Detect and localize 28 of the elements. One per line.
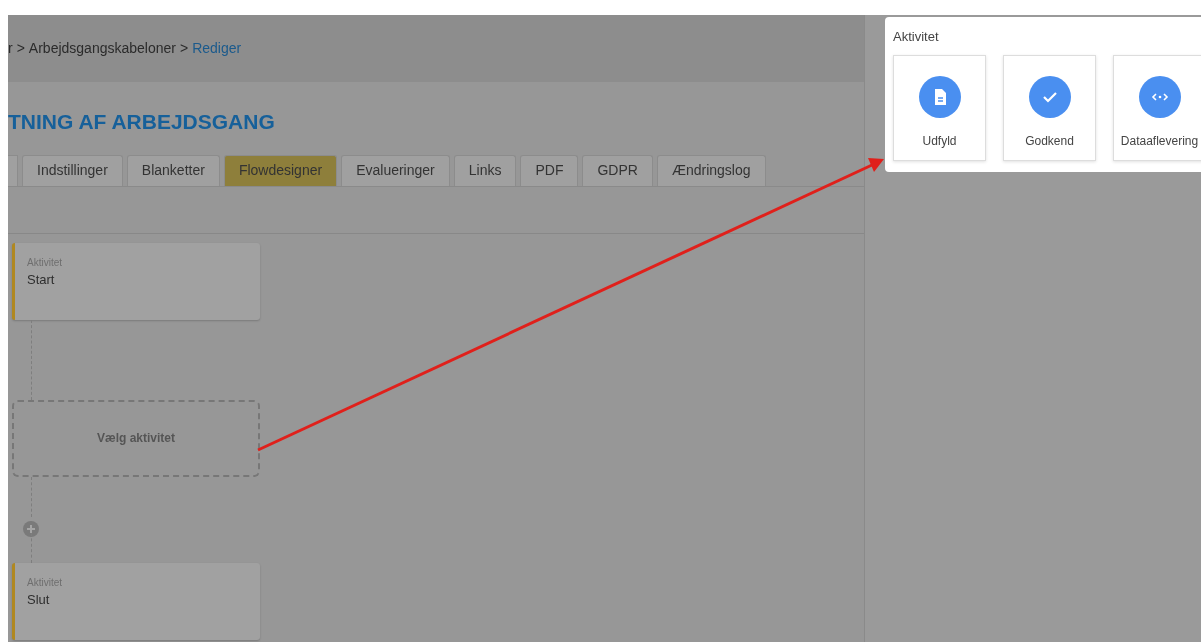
activity-option[interactable]: Dataaflevering	[1113, 54, 1201, 161]
option-label: Dataaflevering	[1120, 132, 1199, 150]
tab[interactable]: PDF	[520, 154, 579, 186]
breadcrumb-link[interactable]: Arbejdsgangskabeloner	[28, 38, 176, 59]
tab[interactable]: Ændringslog	[656, 154, 766, 186]
activity-option[interactable]: Udfyld	[893, 54, 986, 161]
breadcrumb-separator: >	[16, 39, 25, 58]
tab[interactable]: Indstillinger	[22, 154, 123, 186]
activity-option[interactable]: Godkend	[1003, 54, 1096, 161]
add-icon[interactable]	[23, 521, 39, 538]
breadcrumb-separator: >	[179, 39, 189, 58]
option-label: Godkend	[1025, 132, 1074, 150]
activity-title: Start	[27, 270, 56, 289]
panel-title: Aktivitet	[893, 28, 940, 46]
tab[interactable]: Links	[453, 154, 517, 186]
tab[interactable]: Blanketter	[126, 154, 220, 186]
activity-placeholder[interactable]: Vælg aktivitet	[12, 399, 260, 477]
code-icon	[1138, 75, 1181, 118]
breadcrumb-link[interactable]: r	[8, 38, 13, 59]
tab[interactable]: Flowdesigner	[223, 154, 338, 186]
tab[interactable]	[8, 154, 18, 186]
tab[interactable]: Evalueringer	[341, 154, 450, 186]
tab[interactable]: GDPR	[582, 154, 653, 186]
check-icon	[1028, 75, 1071, 118]
page-title: TNING AF ARBEJDSGANG	[8, 109, 276, 135]
option-label: Udfyld	[922, 132, 957, 150]
document-icon	[918, 75, 961, 118]
activity-title: Slut	[27, 590, 51, 609]
